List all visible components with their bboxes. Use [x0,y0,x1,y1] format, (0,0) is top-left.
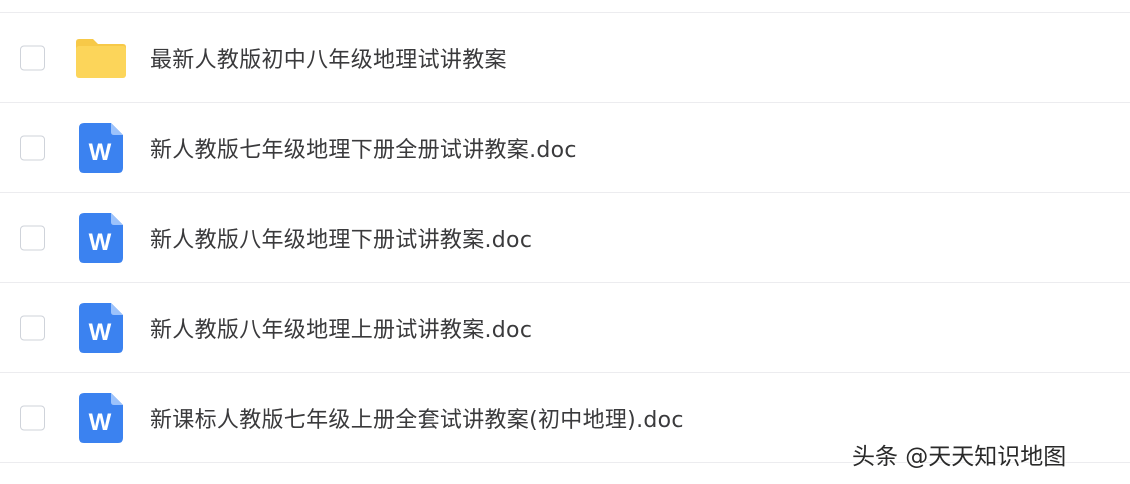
folder-icon [74,32,128,84]
word-doc-letter: W [89,319,112,346]
word-doc-letter: W [89,409,112,436]
word-doc-icon: W [74,122,128,174]
word-doc-letter: W [89,229,112,256]
file-row[interactable]: 最新人教版初中八年级地理试讲教案 [0,13,1130,103]
top-divider [0,0,1130,13]
row-checkbox[interactable] [20,405,45,430]
file-name[interactable]: 新人教版八年级地理上册试讲教案.doc [150,312,532,344]
row-checkbox[interactable] [20,45,45,70]
file-name[interactable]: 最新人教版初中八年级地理试讲教案 [150,42,507,74]
row-checkbox[interactable] [20,315,45,340]
file-name[interactable]: 新人教版七年级地理下册全册试讲教案.doc [150,132,577,164]
file-row[interactable]: W 新人教版八年级地理上册试讲教案.doc [0,283,1130,373]
watermark: 头条 @天天知识地图 [852,444,1067,470]
file-list: 最新人教版初中八年级地理试讲教案 W 新人教版七年级地理下册全册试讲教案.doc… [0,0,1130,463]
file-name[interactable]: 新课标人教版七年级上册全套试讲教案(初中地理).doc [150,402,684,434]
row-checkbox[interactable] [20,225,45,250]
file-name[interactable]: 新人教版八年级地理下册试讲教案.doc [150,222,532,254]
file-row[interactable]: W 新人教版七年级地理下册全册试讲教案.doc [0,103,1130,193]
row-checkbox[interactable] [20,135,45,160]
word-doc-letter: W [89,139,112,166]
word-doc-icon: W [74,302,128,354]
word-doc-icon: W [74,212,128,264]
file-row[interactable]: W 新人教版八年级地理下册试讲教案.doc [0,193,1130,283]
word-doc-icon: W [74,392,128,444]
